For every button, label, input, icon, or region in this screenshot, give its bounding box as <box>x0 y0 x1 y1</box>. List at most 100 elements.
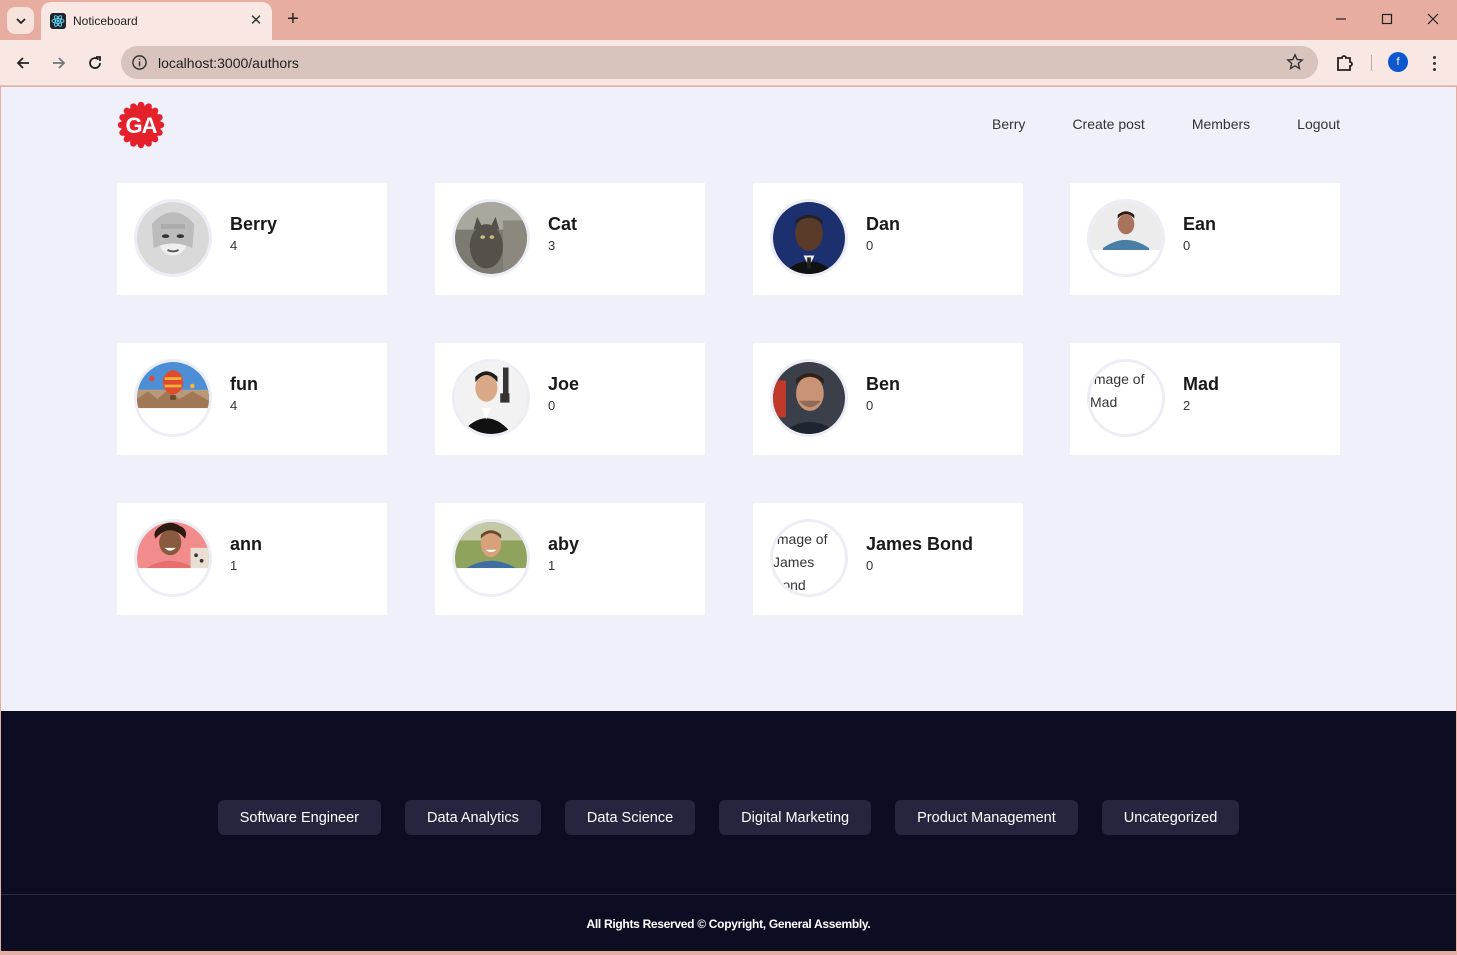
minimize-button[interactable] <box>1326 6 1356 32</box>
author-avatar <box>134 199 212 277</box>
back-button[interactable] <box>10 50 36 76</box>
logo-tooth <box>157 121 165 129</box>
react-icon <box>50 13 66 29</box>
author-card[interactable]: Cat 3 <box>435 183 705 295</box>
logo-tooth <box>145 140 152 147</box>
author-avatar <box>770 359 848 437</box>
author-name[interactable]: fun <box>230 374 258 395</box>
author-avatar <box>770 199 848 277</box>
logo-tooth <box>130 140 137 147</box>
category-product-management[interactable]: Product Management <box>895 800 1078 835</box>
author-card[interactable]: Image of Mad Mad 2 <box>1070 343 1340 455</box>
nav-link-profile[interactable]: Berry <box>992 116 1025 132</box>
author-post-count: 4 <box>230 238 238 253</box>
author-name[interactable]: Ean <box>1183 214 1216 235</box>
author-post-count: 3 <box>548 238 556 253</box>
profile-avatar[interactable]: f <box>1388 52 1408 72</box>
author-card[interactable]: Image of James Bond James Bond 0 <box>753 503 1023 615</box>
forward-button[interactable] <box>46 50 72 76</box>
svg-text:GA: GA <box>126 113 158 138</box>
footer-divider <box>1 894 1456 895</box>
author-avatar <box>452 359 530 437</box>
category-uncategorized[interactable]: Uncategorized <box>1101 800 1240 835</box>
window-bottom-edge <box>0 951 1457 955</box>
avatar-alt-text: Image of James Bond <box>773 531 828 593</box>
author-name[interactable]: James Bond <box>866 534 973 555</box>
author-name[interactable]: Cat <box>548 214 577 235</box>
author-avatar <box>134 519 212 597</box>
extensions-puzzle-icon[interactable] <box>1333 51 1357 75</box>
author-card[interactable]: Dan 0 <box>753 183 1023 295</box>
browser-toolbar: localhost:3000/authors f <box>0 40 1457 86</box>
toolbar-divider <box>1371 55 1372 71</box>
category-software-engineer[interactable]: Software Engineer <box>217 800 381 835</box>
reload-button[interactable] <box>82 50 108 76</box>
maximize-icon <box>1381 13 1393 25</box>
logo-tooth <box>156 114 163 121</box>
author-avatar <box>1087 199 1165 277</box>
author-avatar <box>452 199 530 277</box>
category-data-analytics[interactable]: Data Analytics <box>405 800 541 835</box>
author-avatar <box>452 519 530 597</box>
author-name[interactable]: Joe <box>548 374 579 395</box>
nav-link-create-post[interactable]: Create post <box>1072 116 1144 132</box>
maximize-button[interactable] <box>1372 6 1402 32</box>
author-post-count: 0 <box>866 398 874 413</box>
author-card[interactable]: Berry 4 <box>117 183 387 295</box>
author-name[interactable]: Berry <box>230 214 277 235</box>
author-name[interactable]: Ben <box>866 374 900 395</box>
author-avatar <box>134 359 212 437</box>
logo-tooth <box>130 103 137 110</box>
more-menu-icon[interactable] <box>1424 51 1444 75</box>
author-post-count: 1 <box>548 558 556 573</box>
logo-tooth <box>156 129 163 136</box>
author-card[interactable]: Joe 0 <box>435 343 705 455</box>
url-text[interactable]: localhost:3000/authors <box>158 55 299 71</box>
category-data-science[interactable]: Data Science <box>564 800 696 835</box>
back-arrow-icon <box>16 57 29 69</box>
author-name[interactable]: Mad <box>1183 374 1219 395</box>
browser-tab[interactable]: Noticeboard ✕ <box>41 2 272 40</box>
general-assembly-logo[interactable]: GA <box>117 101 165 149</box>
tab-search-button[interactable] <box>7 7 34 34</box>
close-window-button[interactable] <box>1418 6 1448 32</box>
logo-tooth <box>137 141 145 149</box>
close-tab-icon[interactable]: ✕ <box>247 11 265 29</box>
author-avatar-broken: Image of James Bond <box>770 519 848 597</box>
avatar-alt-text: Image of Mad <box>1090 371 1145 410</box>
author-post-count: 4 <box>230 398 238 413</box>
author-card[interactable]: aby 1 <box>435 503 705 615</box>
author-name[interactable]: Dan <box>866 214 900 235</box>
author-post-count: 1 <box>230 558 238 573</box>
author-name[interactable]: ann <box>230 534 262 555</box>
logo-tooth <box>117 121 125 129</box>
address-bar[interactable]: localhost:3000/authors <box>121 46 1318 79</box>
author-avatar-broken: Image of Mad <box>1087 359 1165 437</box>
logo-tooth <box>137 101 145 109</box>
chevron-down-icon <box>15 17 26 24</box>
author-post-count: 2 <box>1183 398 1191 413</box>
forward-arrow-icon <box>53 57 66 69</box>
author-post-count: 0 <box>866 238 874 253</box>
logo-tooth <box>145 103 152 110</box>
category-links: Software Engineer Data Analytics Data Sc… <box>1 800 1456 835</box>
bookmark-star-icon[interactable] <box>1286 53 1304 71</box>
author-post-count: 0 <box>548 398 556 413</box>
new-tab-button[interactable]: + <box>282 8 304 30</box>
author-card[interactable]: ann 1 <box>117 503 387 615</box>
tab-title: Noticeboard <box>73 14 138 28</box>
top-nav: Berry Create post Members Logout <box>945 116 1340 132</box>
nav-link-members[interactable]: Members <box>1192 116 1250 132</box>
author-card[interactable]: Ean 0 <box>1070 183 1340 295</box>
nav-link-logout[interactable]: Logout <box>1297 116 1340 132</box>
category-digital-marketing[interactable]: Digital Marketing <box>719 800 872 835</box>
page-viewport: GA Berry Create post Members Logout Berr… <box>1 87 1456 951</box>
author-card[interactable]: Ben 0 <box>753 343 1023 455</box>
reload-icon <box>89 56 101 69</box>
author-card[interactable]: fun 4 <box>117 343 387 455</box>
tab-strip: Noticeboard ✕ + <box>0 0 1457 40</box>
author-post-count: 0 <box>1183 238 1191 253</box>
info-icon[interactable] <box>131 54 148 71</box>
close-icon <box>1427 13 1439 25</box>
author-name[interactable]: aby <box>548 534 579 555</box>
